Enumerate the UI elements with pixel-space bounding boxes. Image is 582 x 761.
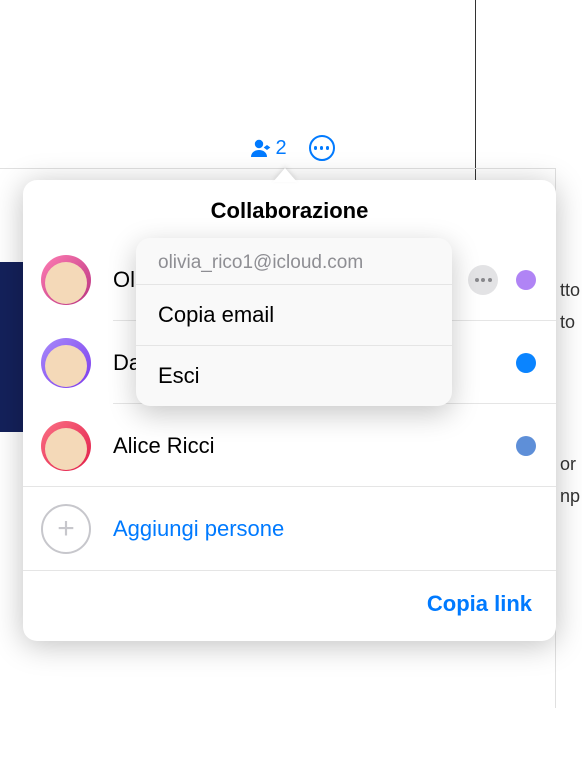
context-menu: olivia_rico1@icloud.com Copia email Esci: [136, 238, 452, 406]
dot-icon: [488, 278, 492, 282]
popover-title: Collaborazione: [23, 180, 556, 238]
top-spacer: [0, 0, 582, 128]
participant-name: Alice Ricci: [113, 433, 498, 459]
participant-color-dot: [516, 353, 536, 373]
plus-icon: +: [57, 514, 75, 544]
exit-menu-item[interactable]: Esci: [136, 346, 452, 406]
participant-row[interactable]: Alice Ricci: [23, 404, 556, 487]
add-people-button[interactable]: + Aggiungi persone: [23, 487, 556, 571]
dot-icon: [326, 146, 330, 150]
more-toolbar-button[interactable]: [309, 135, 335, 161]
dot-icon: [481, 278, 485, 282]
copy-link-button[interactable]: Copia link: [427, 591, 532, 617]
participant-color-dot: [516, 270, 536, 290]
bg-text: tto: [556, 280, 582, 301]
add-people-label: Aggiungi persone: [113, 516, 284, 542]
dot-icon: [320, 146, 324, 150]
popover-pointer: [273, 168, 297, 182]
plus-circle-icon: +: [41, 504, 91, 554]
collaboration-toolbar-button[interactable]: 2: [247, 136, 286, 160]
row-divider: [23, 570, 556, 571]
popover-footer: Copia link: [23, 571, 556, 641]
participant-count: 2: [275, 137, 286, 160]
participant-more-button[interactable]: [468, 265, 498, 295]
person-icon: [247, 136, 271, 160]
participant-color-dot: [516, 436, 536, 456]
context-menu-email: olivia_rico1@icloud.com: [136, 238, 452, 285]
copy-email-menu-item[interactable]: Copia email: [136, 285, 452, 345]
toolbar: 2: [0, 128, 582, 168]
avatar: [41, 338, 91, 388]
bg-text: np: [556, 486, 582, 507]
bg-text: to: [556, 312, 582, 333]
dot-icon: [475, 278, 479, 282]
bg-text: or: [556, 454, 582, 475]
dot-icon: [314, 146, 318, 150]
avatar: [41, 255, 91, 305]
background-content: [555, 168, 582, 708]
avatar: [41, 421, 91, 471]
